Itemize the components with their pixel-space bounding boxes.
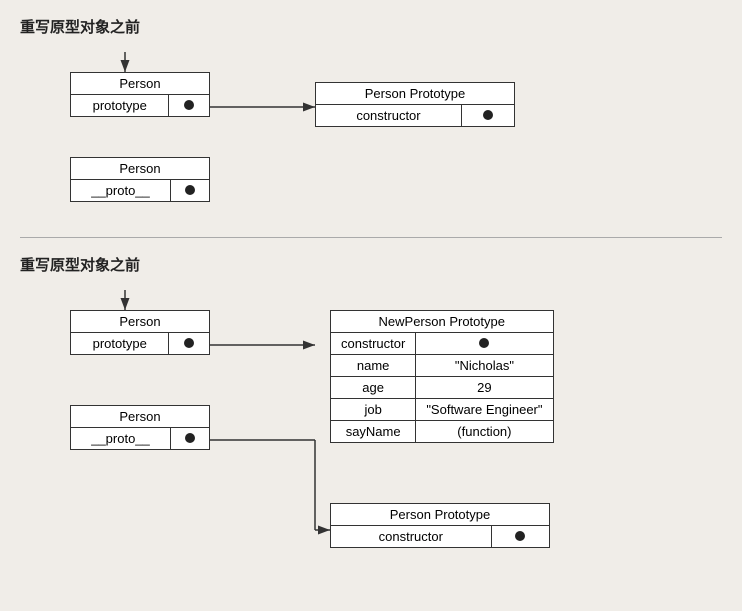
top-prototype-box: Person Prototype constructor <box>315 82 515 127</box>
top-person-box2: Person __proto__ <box>70 157 210 202</box>
top-person-box2-dot <box>171 180 210 202</box>
top-person-box1-header: Person <box>71 73 210 95</box>
section-divider <box>20 237 722 238</box>
bottom-old-prototype-dot <box>491 526 549 548</box>
top-prototype-box-header: Person Prototype <box>316 83 515 105</box>
newproto-row-name-value: "Nicholas" <box>416 355 553 377</box>
top-person-box1-dot <box>169 95 210 117</box>
bottom-person-box2-row1-label: __proto__ <box>71 428 171 450</box>
newproto-row-job-label: job <box>331 399 416 421</box>
bottom-newprototype-box-header: NewPerson Prototype <box>331 311 554 333</box>
bottom-person-box2-header: Person <box>71 406 210 428</box>
bottom-person-box1: Person prototype <box>70 310 210 355</box>
top-title: 重写原型对象之前 <box>20 16 722 37</box>
top-person-box2-header: Person <box>71 158 210 180</box>
bottom-title: 重写原型对象之前 <box>20 254 722 275</box>
newproto-row-job-value: "Software Engineer" <box>416 399 553 421</box>
bottom-person-box1-row1-label: prototype <box>71 333 169 355</box>
bottom-person-box2-dot <box>171 428 210 450</box>
top-diagram: Person prototype Person Prototype constr… <box>20 47 722 217</box>
bottom-person-box1-dot <box>169 333 210 355</box>
bottom-old-prototype-box: Person Prototype constructor <box>330 503 550 548</box>
bottom-newprototype-box: NewPerson Prototype constructor name "Ni… <box>330 310 554 443</box>
top-section: 重写原型对象之前 Person prototype <box>20 16 722 217</box>
bottom-person-box2: Person __proto__ <box>70 405 210 450</box>
newproto-row-name-label: name <box>331 355 416 377</box>
newproto-row-age-value: 29 <box>416 377 553 399</box>
top-prototype-box-row1-label: constructor <box>316 105 462 127</box>
bottom-section: 重写原型对象之前 <box>20 254 722 575</box>
newproto-row-constructor-label: constructor <box>331 333 416 355</box>
newproto-row-constructor-dot <box>416 333 553 355</box>
newproto-row-age-label: age <box>331 377 416 399</box>
bottom-diagram: Person prototype NewPerson Prototype con… <box>20 285 722 575</box>
newproto-row-sayname-label: sayName <box>331 421 416 443</box>
top-person-box1-row1-label: prototype <box>71 95 169 117</box>
bottom-old-prototype-box-header: Person Prototype <box>331 504 550 526</box>
bottom-old-prototype-row1-label: constructor <box>331 526 492 548</box>
newproto-row-sayname-value: (function) <box>416 421 553 443</box>
bottom-person-box1-header: Person <box>71 311 210 333</box>
top-person-box1: Person prototype <box>70 72 210 117</box>
top-person-box2-row1-label: __proto__ <box>71 180 171 202</box>
top-prototype-box-dot <box>461 105 514 127</box>
